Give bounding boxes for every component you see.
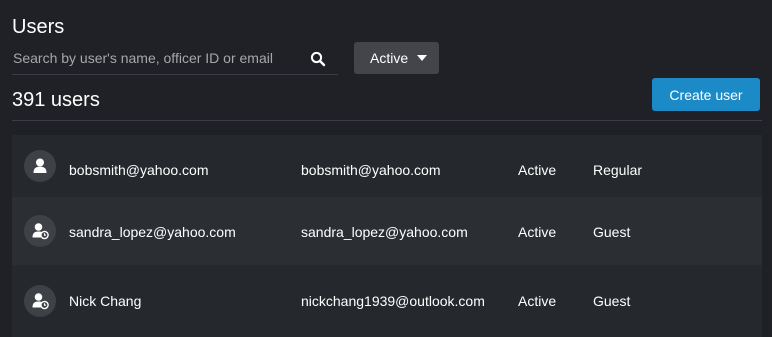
user-pending-icon [24, 215, 56, 247]
user-email: sandra_lopez@yahoo.com [301, 224, 468, 240]
search-input[interactable] [12, 43, 303, 73]
user-role: Guest [593, 224, 631, 240]
users-page: Users Active 391 users Create user bobsm… [0, 0, 772, 337]
divider [12, 120, 762, 121]
user-role: Guest [593, 293, 631, 309]
user-count: 391 users [12, 89, 100, 111]
user-status: Active [518, 293, 557, 309]
page-title: Users [12, 16, 65, 38]
users-table: bobsmith@yahoo.com bobsmith@yahoo.com Ac… [12, 135, 762, 337]
status-filter-dropdown[interactable]: Active [354, 42, 439, 74]
table-row[interactable]: sandra_lopez@yahoo.com sandra_lopez@yaho… [12, 197, 762, 265]
status-filter-label: Active [370, 50, 409, 66]
user-name[interactable]: sandra_lopez@yahoo.com [69, 223, 236, 241]
user-email: nickchang1939@outlook.com [301, 293, 485, 309]
search-icon[interactable] [310, 51, 326, 67]
search-bar [12, 43, 338, 75]
table-row[interactable]: bobsmith@yahoo.com bobsmith@yahoo.com Ac… [12, 135, 762, 197]
user-pending-icon [24, 285, 56, 317]
user-name[interactable]: Nick Chang [69, 292, 141, 310]
user-email: bobsmith@yahoo.com [301, 162, 441, 178]
user-status: Active [518, 224, 557, 240]
user-role: Regular [593, 162, 643, 178]
user-icon [24, 150, 56, 182]
user-status: Active [518, 162, 557, 178]
create-user-button[interactable]: Create user [652, 78, 760, 111]
table-row[interactable]: Nick Chang nickchang1939@outlook.com Act… [12, 265, 762, 337]
user-name[interactable]: bobsmith@yahoo.com [69, 161, 209, 179]
caret-down-icon [417, 55, 427, 61]
